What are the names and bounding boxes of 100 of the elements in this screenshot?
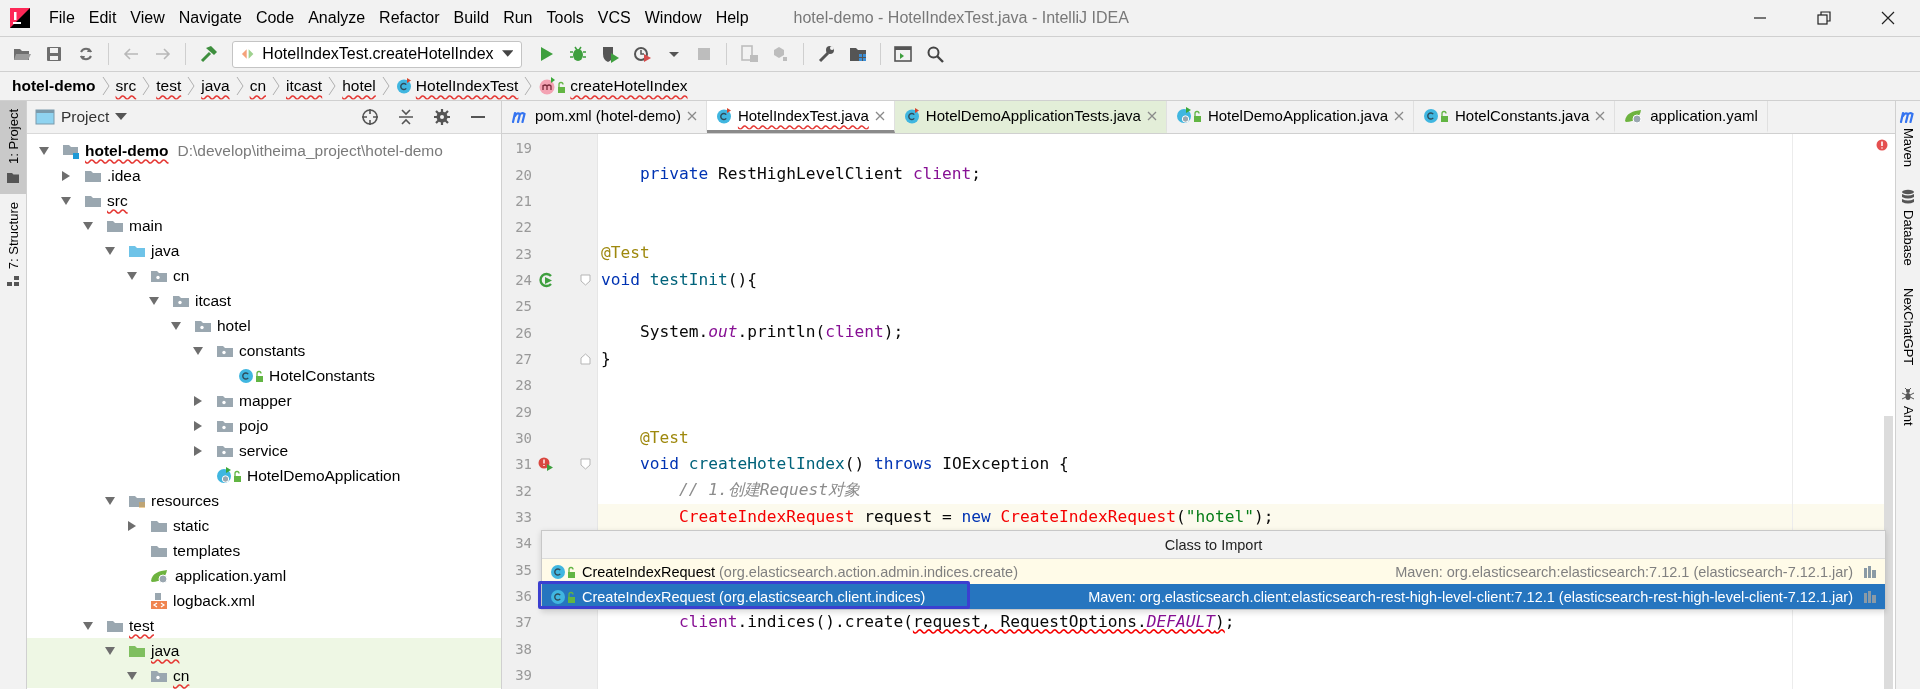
menu-item[interactable]: Edit	[81, 9, 124, 27]
expanded-arrow-icon[interactable]	[82, 619, 94, 632]
close-icon[interactable]	[1880, 10, 1896, 26]
collapsed-arrow-icon[interactable]	[192, 419, 204, 432]
fold-marker-icon[interactable]	[580, 352, 591, 365]
breadcrumb[interactable]: java	[201, 77, 230, 95]
breadcrumb[interactable]: test	[156, 77, 182, 95]
tree-item[interactable]: templates	[27, 538, 501, 563]
menu-item[interactable]: Code	[248, 9, 302, 27]
terminal-window-icon[interactable]	[894, 45, 912, 63]
editor-tab[interactable]: HotelIndexTest.java	[706, 101, 895, 133]
tree-item[interactable]: src	[27, 188, 501, 213]
breadcrumb[interactable]: hotel-demo	[12, 77, 96, 95]
menu-item[interactable]: Run	[496, 9, 540, 27]
fold-marker-icon[interactable]	[580, 458, 591, 471]
tree-item[interactable]: logback.xml	[27, 588, 501, 613]
breadcrumb[interactable]: HotelIndexTest	[395, 77, 519, 95]
tree-item[interactable]: .idea	[27, 163, 501, 188]
settings-icon[interactable]	[433, 108, 451, 126]
breadcrumb[interactable]: cn	[249, 77, 266, 95]
tree-item[interactable]: java	[27, 638, 501, 663]
run-test-icon[interactable]	[538, 271, 554, 288]
tree-item[interactable]: mapper	[27, 388, 501, 413]
fold-marker-icon[interactable]	[580, 273, 591, 286]
wrench-icon[interactable]	[817, 45, 835, 63]
search-icon[interactable]	[926, 45, 944, 63]
collapsed-arrow-icon[interactable]	[60, 169, 72, 182]
save-icon[interactable]	[45, 45, 63, 63]
coverage-icon[interactable]	[601, 45, 619, 63]
panel-title[interactable]: Project	[61, 108, 110, 126]
breadcrumb[interactable]: itcast	[286, 77, 323, 95]
tool-window-button[interactable]: Database	[1896, 189, 1920, 266]
menu-item[interactable]: Navigate	[171, 9, 249, 27]
menu-item[interactable]: Tools	[539, 9, 591, 27]
tree-item[interactable]: application.yaml	[27, 563, 501, 588]
tree-item[interactable]: resources	[27, 488, 501, 513]
tool-window-button[interactable]: 7: Structure	[0, 193, 26, 298]
expanded-arrow-icon[interactable]	[60, 194, 72, 207]
breadcrumb[interactable]: createHotelIndex	[538, 77, 688, 95]
collapsed-arrow-icon[interactable]	[192, 444, 204, 457]
hammer-icon[interactable]	[199, 45, 217, 63]
tool-window-button[interactable]: Maven	[1896, 109, 1920, 168]
tree-item[interactable]: service	[27, 438, 501, 463]
tree-item[interactable]: itcast	[27, 288, 501, 313]
debug-icon[interactable]	[569, 45, 587, 63]
breadcrumb[interactable]: src	[115, 77, 137, 95]
editor-tab[interactable]: pom.xml (hotel-demo)	[502, 101, 707, 133]
editor-tab[interactable]: HotelDemoApplicationTests.java	[894, 101, 1167, 133]
expanded-arrow-icon[interactable]	[148, 294, 160, 307]
expanded-arrow-icon[interactable]	[82, 219, 94, 232]
tree-item[interactable]: cn	[27, 263, 501, 288]
locate-icon[interactable]	[361, 108, 379, 126]
tree-item[interactable]: java	[27, 238, 501, 263]
editor-tab[interactable]: HotelConstants.java	[1414, 101, 1616, 133]
class-name: CreateIndexRequest	[582, 588, 715, 605]
menu-item[interactable]: View	[123, 9, 172, 27]
menu-item[interactable]: VCS	[590, 9, 638, 27]
tool-window-button[interactable]: Ant	[1896, 387, 1920, 426]
expanded-arrow-icon[interactable]	[104, 244, 116, 257]
project-structure-icon[interactable]	[849, 45, 867, 63]
collapse-all-icon[interactable]	[397, 108, 415, 126]
expanded-arrow-icon[interactable]	[126, 669, 138, 682]
expanded-arrow-icon[interactable]	[38, 144, 50, 157]
menu-item[interactable]: File	[42, 9, 82, 27]
menu-item[interactable]: Analyze	[301, 9, 373, 27]
run-config-dropdown[interactable]: HotelIndexTest.createHotelIndex	[232, 40, 522, 68]
import-option[interactable]: CreateIndexRequest (org.elasticsearch.action.admin.indices.create) Maven: org.elasticsearch:elasticsearch:7.12.1 (elasticsearch-7.12.1.jar)	[542, 559, 1885, 584]
breadcrumb[interactable]: hotel	[342, 77, 376, 95]
collapsed-arrow-icon[interactable]	[126, 519, 138, 532]
restore-icon[interactable]	[1816, 10, 1832, 26]
expanded-arrow-icon[interactable]	[104, 644, 116, 657]
menu-item[interactable]: Refactor	[372, 9, 447, 27]
expanded-arrow-icon[interactable]	[170, 319, 182, 332]
editor-tab[interactable]: application.yaml	[1615, 101, 1768, 133]
tree-item[interactable]: constants	[27, 338, 501, 363]
expanded-arrow-icon[interactable]	[192, 344, 204, 357]
menu-item[interactable]: Build	[446, 9, 497, 27]
menu-item[interactable]: Help	[708, 9, 756, 27]
error-marker-icon[interactable]	[1876, 139, 1888, 151]
tree-item[interactable]: pojo	[27, 413, 501, 438]
collapsed-arrow-icon[interactable]	[192, 394, 204, 407]
tool-window-button[interactable]: 1: Project	[0, 101, 26, 194]
tree-item[interactable]: HotelConstants	[27, 363, 501, 388]
run-test-failed-icon[interactable]	[538, 456, 554, 473]
expanded-arrow-icon[interactable]	[126, 269, 138, 282]
menu-item[interactable]: Window	[637, 9, 709, 27]
tree-item[interactable]: hotel	[27, 313, 501, 338]
scrollbar-thumb[interactable]	[1884, 416, 1893, 689]
tree-item[interactable]: main	[27, 213, 501, 238]
editor-tab[interactable]: HotelDemoApplication.java	[1166, 101, 1414, 133]
expanded-arrow-icon[interactable]	[104, 494, 116, 507]
tree-item[interactable]: hotel-demo D:\develop\itheima_project\hotel-demo	[27, 138, 501, 163]
profiler-icon[interactable]	[633, 45, 653, 63]
tree-item[interactable]: cn	[27, 663, 501, 688]
refresh-icon[interactable]	[77, 45, 95, 63]
caret-icon[interactable]	[115, 113, 128, 121]
tree-item[interactable]: static	[27, 513, 501, 538]
tree-item[interactable]: test	[27, 613, 501, 638]
tool-window-button[interactable]: NexChatGPT	[1896, 287, 1920, 365]
tree-item[interactable]: HotelDemoApplication	[27, 463, 501, 488]
